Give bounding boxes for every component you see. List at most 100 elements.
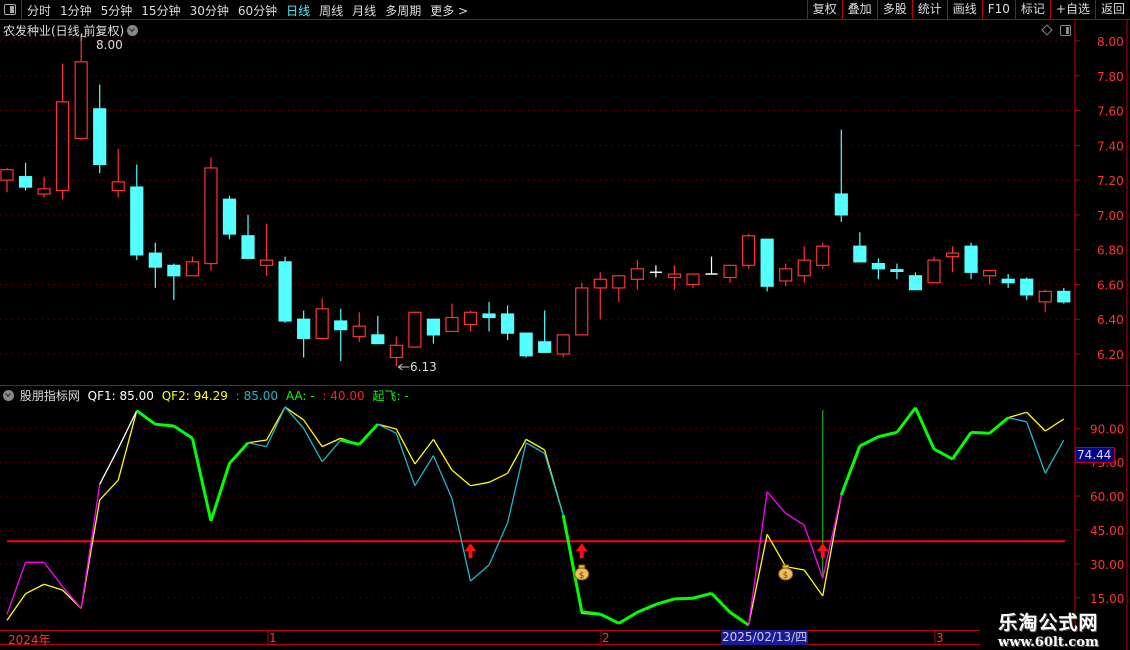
watermark-url: www.60lt.com	[998, 635, 1099, 650]
qf1-segment	[544, 453, 564, 516]
candle	[408, 311, 422, 348]
candle	[93, 84, 107, 174]
price-axis-label: 6.80	[1097, 244, 1124, 258]
aa-value: AA: -	[285, 389, 315, 403]
candle	[18, 162, 33, 191]
candle-body	[0, 169, 14, 181]
high-price-label: 8.00	[96, 38, 123, 52]
qf1-segment	[988, 416, 1010, 435]
qf1-segment	[247, 442, 267, 448]
candle	[705, 256, 718, 275]
candle-body	[945, 252, 960, 258]
candle-body	[779, 268, 793, 282]
qf2-segment	[1007, 411, 1027, 419]
candle	[241, 214, 255, 259]
candle-body	[371, 334, 385, 345]
qf1-segment	[358, 423, 379, 446]
indicator-axis-label: 60.00	[1090, 490, 1124, 504]
qf1-segment	[674, 596, 694, 601]
candle	[871, 258, 885, 280]
candle-body	[593, 278, 607, 289]
candle	[760, 238, 774, 292]
candle	[0, 167, 14, 193]
qf2-segment	[451, 469, 471, 487]
qf1-segment	[859, 435, 880, 448]
price-axis-label: 8.00	[1097, 35, 1124, 49]
qf1-segment	[655, 597, 675, 606]
candle-body	[686, 273, 700, 286]
qf1-segment	[155, 422, 175, 428]
dropdown-icon[interactable]	[127, 25, 139, 36]
candle-body	[185, 261, 199, 277]
qf2-segment	[803, 569, 824, 597]
price-axis-label: 6.20	[1097, 348, 1124, 362]
candle-body	[834, 193, 848, 216]
qf2-line	[6, 406, 1065, 626]
candle-body	[315, 308, 329, 339]
qf1-line	[6, 406, 1065, 627]
candle-body	[741, 235, 756, 266]
money-bag-icon: $	[574, 564, 590, 581]
candle-body	[964, 245, 978, 273]
candle-body	[983, 269, 997, 277]
chart-canvas[interactable]: 8.00 7.80 7.60 7.40 7.20 7.00 6.80 6.60 6.40 6.20…	[0, 0, 1130, 650]
candle	[389, 336, 403, 367]
qf1-segment	[470, 564, 490, 582]
candle	[185, 256, 199, 277]
candle-body	[519, 332, 533, 357]
candle-body	[148, 252, 162, 268]
low-price-label: 6.13	[410, 360, 437, 374]
price-axis-label: 7.20	[1097, 174, 1124, 188]
line3-value: : 85.00	[235, 389, 278, 403]
panel-toggle-icon[interactable]	[1060, 25, 1071, 36]
candle	[352, 312, 366, 342]
candle-body	[612, 275, 626, 289]
price-axis-label: 7.80	[1097, 70, 1124, 84]
qf1-segment	[451, 498, 472, 582]
price-axis-label: 7.60	[1097, 105, 1124, 119]
indicator-axis-label: 30.00	[1090, 558, 1124, 572]
candle	[334, 308, 348, 361]
qf1-segment	[506, 442, 527, 523]
qf1-segment	[933, 447, 954, 461]
current-value-badge: 74.44	[1075, 447, 1115, 463]
candle	[482, 301, 496, 332]
candle-body	[111, 181, 125, 192]
candle	[556, 334, 570, 358]
candle-body	[871, 262, 885, 270]
candle	[519, 332, 533, 358]
dropdown-icon[interactable]	[3, 390, 14, 401]
qf1-segment	[839, 445, 862, 496]
candle-body	[890, 269, 904, 273]
candle	[463, 310, 478, 332]
candle	[445, 303, 459, 333]
indicator-name: 股朋指标网	[19, 389, 80, 403]
qf2-value: 94.29	[193, 389, 228, 403]
qf1-segment	[190, 437, 213, 522]
qf1-segment	[803, 524, 824, 579]
candle-body	[204, 167, 218, 265]
candle-body	[222, 198, 237, 235]
selected-date-label: 2025/02/13/四	[721, 630, 809, 645]
price-axis-label: 7.00	[1097, 209, 1124, 223]
qf1-segment	[1008, 417, 1027, 423]
time-label-jan: 1	[269, 631, 277, 645]
candle-body	[667, 273, 682, 279]
candle	[816, 242, 830, 269]
indicator-axis-label: 15.00	[1090, 592, 1124, 606]
candle-body	[760, 238, 774, 287]
candle	[204, 157, 218, 271]
candle-body	[816, 245, 830, 266]
time-label-feb: 2	[602, 631, 610, 645]
qf1-segment	[618, 610, 639, 625]
qf1-segment	[951, 431, 973, 460]
qf1-segment	[173, 424, 194, 440]
indicator-axis-label: 90.00	[1090, 422, 1124, 436]
candle-body	[18, 176, 33, 188]
candle-body	[297, 318, 311, 339]
qf1-segment	[228, 441, 250, 465]
candle-body	[278, 261, 292, 322]
buy-arrow-icon	[816, 543, 829, 559]
qf2-segment	[99, 479, 119, 501]
candle	[371, 315, 385, 345]
